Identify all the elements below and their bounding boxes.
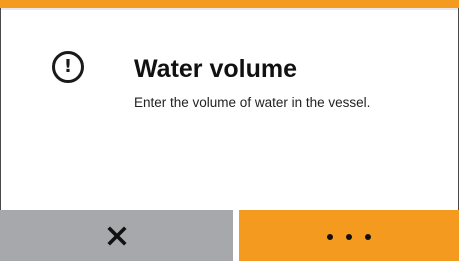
cancel-button[interactable] <box>0 210 233 261</box>
dialog-left-border <box>0 8 1 210</box>
alert-icon: ! <box>52 51 84 83</box>
dialog-message: Enter the volume of water in the vessel. <box>134 95 371 110</box>
alert-icon-glyph: ! <box>63 56 73 77</box>
top-bar-divider <box>0 8 459 10</box>
more-dots-icon <box>325 231 373 241</box>
dialog-title: Water volume <box>134 55 298 83</box>
more-button[interactable] <box>239 210 459 261</box>
water-volume-dialog: ! Water volume Enter the volume of water… <box>0 0 459 261</box>
accent-top-bar <box>0 0 459 8</box>
close-icon <box>106 225 127 246</box>
